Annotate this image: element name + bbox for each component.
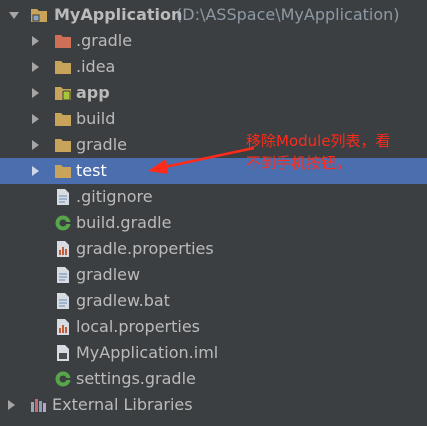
annotation-line-1: 移除Module列表，看 (246, 132, 391, 150)
annotation-line-2: 不到手机按钮。 (246, 154, 352, 172)
annotation-text: 移除Module列表，看 不到手机按钮。 (246, 130, 391, 174)
annotation-arrow (148, 146, 255, 174)
